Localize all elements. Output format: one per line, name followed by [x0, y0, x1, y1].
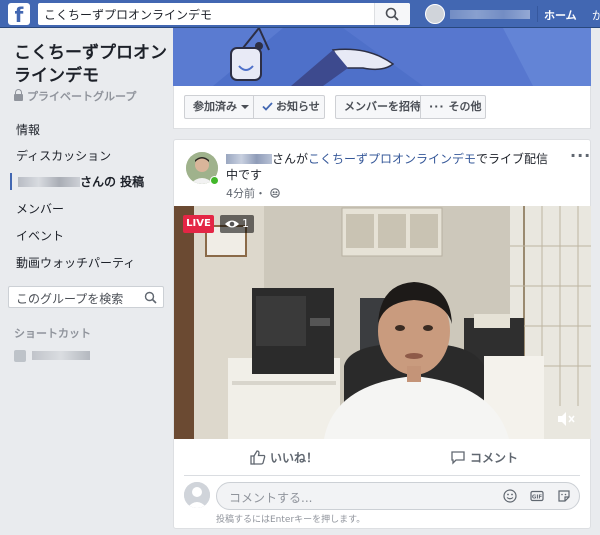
gif-icon[interactable]: GIF [530, 489, 544, 503]
facebook-logo-icon[interactable]: f [8, 3, 30, 25]
notifications-label: お知らせ [276, 100, 320, 113]
post-timestamp[interactable]: 4分前・ [226, 185, 280, 201]
live-video-frame [174, 206, 591, 439]
post-time-text: 4分前・ [226, 187, 266, 200]
privacy-text: プライベートグループ [27, 90, 137, 103]
comment-hint: 投稿するにはEnterキーを押します。 [216, 515, 366, 525]
comment-composer: コメントする... GIF [184, 482, 580, 512]
online-status-dot [210, 176, 219, 185]
group-search-placeholder: このグループを検索 [16, 292, 124, 306]
live-post-card: さんがこくちーずプロオンラインデモでライブ配信中です 4分前・ ··· LIVE… [173, 139, 591, 529]
search-icon [144, 291, 157, 304]
cover-illustration [173, 28, 591, 86]
muted-speaker-icon [558, 412, 575, 426]
comment-tools: GIF [494, 488, 571, 503]
shortcuts-heading: ショートカット [14, 327, 91, 340]
live-video-player[interactable]: LIVE 1 [174, 206, 591, 439]
post-header-text: さんがこくちーずプロオンラインデモでライブ配信中です [226, 151, 556, 183]
home-link[interactable]: ホーム [544, 7, 577, 23]
post-text-connector: さんが [272, 152, 309, 166]
more-options-label: その他 [448, 100, 482, 113]
group-link[interactable]: こくちーずプロオンラインデモ [308, 152, 476, 166]
chevron-down-icon [241, 105, 249, 109]
your-posts-label: さんの 投稿 [80, 175, 145, 189]
joined-button[interactable]: 参加済み [184, 95, 254, 119]
emoji-icon[interactable] [503, 488, 517, 503]
unmute-button[interactable] [556, 410, 576, 428]
check-icon [262, 102, 273, 111]
viewer-count: 1 [242, 217, 249, 230]
ellipsis-icon: ··· [429, 100, 445, 113]
redacted-name [18, 177, 80, 187]
user-avatar[interactable] [425, 4, 445, 24]
post-reaction-bar: いいね！ コメント [184, 440, 580, 476]
live-badge: LIVE [183, 215, 214, 233]
eye-icon [225, 220, 239, 228]
topbar-truncated-link[interactable]: か [592, 7, 600, 23]
redacted-author-name[interactable] [226, 154, 272, 164]
group-search-input[interactable]: このグループを検索 [8, 286, 164, 308]
sidebar-item-your-posts[interactable]: さんの 投稿 [10, 173, 144, 190]
comment-placeholder: コメントする... [229, 491, 313, 505]
like-label: いいね！ [270, 451, 319, 465]
notifications-button[interactable]: お知らせ [253, 95, 325, 119]
user-name-redacted[interactable] [450, 10, 530, 19]
sidebar-item-info[interactable]: 情報 [16, 121, 40, 138]
commenter-avatar [184, 482, 210, 508]
group-name[interactable]: こくちーずプロオンラインデモ [14, 42, 170, 88]
group-icon [14, 349, 26, 362]
svg-text:GIF: GIF [532, 494, 543, 500]
viewer-count-badge: 1 [220, 215, 254, 233]
default-avatar-icon [184, 482, 210, 508]
sidebar-item-discussion[interactable]: ディスカッション [16, 147, 111, 164]
invite-members-button[interactable]: メンバーを招待 [335, 95, 421, 119]
lock-icon [14, 89, 23, 101]
comment-label: コメント [470, 451, 519, 465]
search-button[interactable] [374, 3, 410, 25]
like-button[interactable]: いいね！ [250, 449, 318, 466]
members-audience-icon [269, 188, 280, 198]
sidebar-item-members[interactable]: メンバー [16, 200, 64, 217]
global-search-input[interactable]: こくちーずプロオンラインデモ [38, 3, 410, 25]
comment-icon [451, 451, 465, 465]
thumbs-up-icon [250, 450, 266, 465]
group-sidebar: こくちーずプロオンラインデモ プライベートグループ 情報 ディスカッション さん… [0, 28, 172, 535]
group-cover-image [173, 28, 591, 86]
sidebar-item-watch-party[interactable]: 動画ウォッチパーティ [16, 254, 135, 271]
more-options-button[interactable]: ··· その他 [420, 95, 486, 119]
shortcut-item[interactable] [14, 348, 90, 362]
comment-input[interactable]: コメントする... GIF [216, 482, 580, 510]
post-options-icon[interactable]: ··· [570, 146, 591, 165]
sidebar-item-events[interactable]: イベント [16, 227, 64, 244]
sticker-icon[interactable] [557, 489, 571, 503]
joined-label: 参加済み [193, 100, 237, 113]
group-action-bar: 参加済み お知らせ メンバーを招待 ··· その他 [173, 86, 591, 129]
comment-button[interactable]: コメント [450, 449, 518, 466]
privacy-label: プライベートグループ [14, 88, 136, 104]
search-icon [385, 7, 399, 21]
divider [537, 6, 538, 22]
search-query-text: こくちーずプロオンラインデモ [44, 8, 213, 22]
top-navigation-bar: f こくちーずプロオンラインデモ ホーム か [0, 0, 600, 28]
redacted-shortcut-name [32, 351, 90, 360]
